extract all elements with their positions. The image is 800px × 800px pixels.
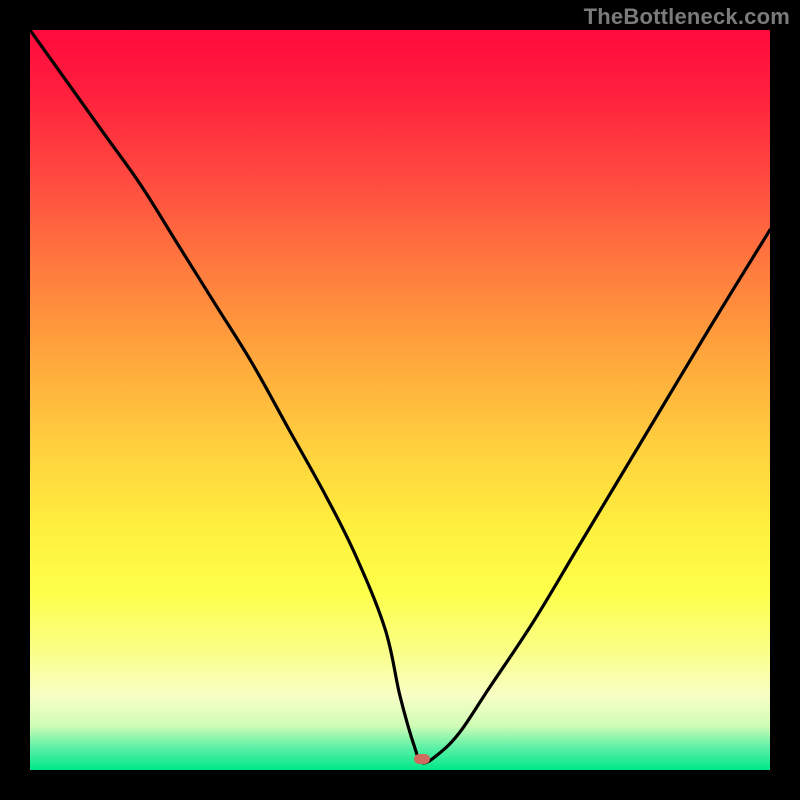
plot-area (30, 30, 770, 770)
watermark-text: TheBottleneck.com (584, 4, 790, 30)
curve-svg (30, 30, 770, 770)
minimum-marker (414, 754, 430, 764)
bottleneck-curve (30, 30, 770, 763)
chart-frame: TheBottleneck.com (0, 0, 800, 800)
